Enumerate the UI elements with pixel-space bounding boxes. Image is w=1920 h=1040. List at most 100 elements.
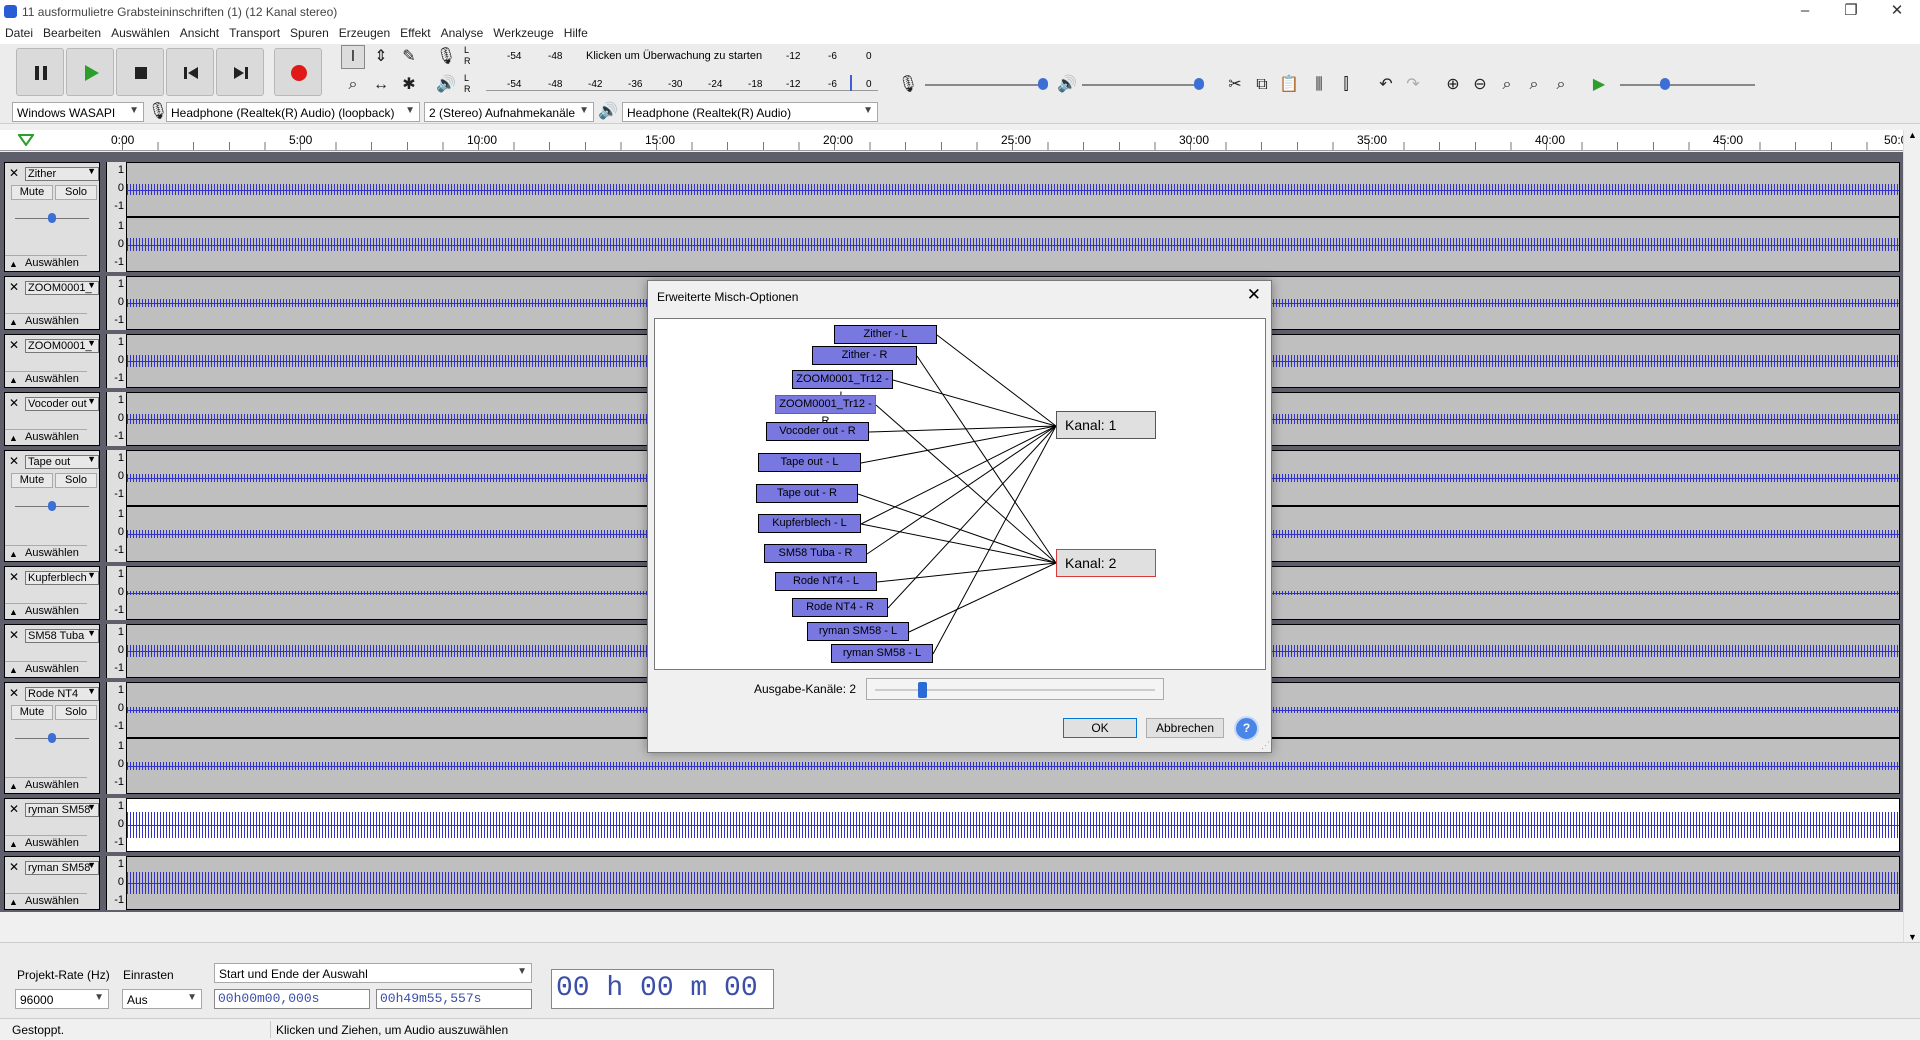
close-track-icon[interactable]: ✕ (9, 396, 19, 410)
chevron-down-icon[interactable]: ▼ (87, 802, 96, 812)
chevron-down-icon[interactable]: ▼ (87, 686, 96, 696)
chevron-down-icon[interactable]: ▼ (87, 570, 96, 580)
waveform-left[interactable] (126, 162, 1900, 217)
select-track-button[interactable]: ▲ Auswählen (5, 603, 87, 619)
selection-end-field[interactable]: 00h49m55,557s (376, 989, 532, 1009)
stop-button[interactable] (116, 48, 164, 96)
project-rate-select[interactable]: 96000 ▼ (15, 989, 109, 1009)
collapse-icon[interactable]: ▲ (9, 257, 18, 272)
close-track-icon[interactable]: ✕ (9, 628, 19, 642)
cut-icon[interactable]: ✂ (1223, 73, 1247, 97)
snap-select[interactable]: Aus ▼ (122, 989, 202, 1009)
ok-button[interactable]: OK (1063, 718, 1137, 738)
timeline-ruler[interactable]: 0:00 5:00 10:00 15:00 20:00 25:00 30:00 … (0, 130, 1920, 151)
track-ryman-sm58-b[interactable]: ✕ ryman SM58 ▼ ▲ Auswählen 1 0 -1 (4, 856, 1900, 910)
input-channel[interactable]: Tape out - R (756, 484, 858, 503)
chevron-down-icon[interactable]: ▼ (87, 628, 96, 638)
waveform-right[interactable] (126, 217, 1900, 272)
solo-button[interactable]: Solo (55, 705, 97, 720)
skip-start-button[interactable] (166, 48, 214, 96)
close-window-button[interactable]: ✕ (1874, 0, 1920, 24)
play-speed-slider[interactable] (1620, 84, 1755, 86)
mute-button[interactable]: Mute (11, 705, 53, 720)
play-speed-thumb[interactable] (1660, 78, 1670, 90)
play-button[interactable] (66, 48, 114, 96)
audio-host-select[interactable]: Windows WASAPI ▼ (12, 102, 144, 122)
mute-button[interactable]: Mute (11, 185, 53, 200)
input-channel[interactable]: Tape out - L (758, 453, 861, 472)
select-track-button[interactable]: ▲ Auswählen (5, 835, 87, 851)
track-zither[interactable]: ✕ Zither ▼ Mute Solo ▲ Auswählen 1 0 -1 1… (4, 162, 1900, 272)
collapse-icon[interactable]: ▲ (9, 895, 18, 910)
menu-tools[interactable]: Werkzeuge (488, 24, 558, 42)
selection-mode-select[interactable]: Start und Ende der Auswahl ▼ (214, 963, 532, 983)
chevron-down-icon[interactable]: ▼ (87, 396, 96, 406)
minimize-button[interactable]: – (1782, 0, 1828, 24)
audio-position-field[interactable]: 00 h 00 m 00 s (551, 969, 774, 1009)
speaker-icon[interactable]: 🔊 (434, 73, 458, 97)
input-channel[interactable]: ryman SM58 - L (831, 644, 933, 663)
gain-thumb[interactable] (48, 501, 56, 511)
input-channel[interactable]: SM58 Tuba - R (764, 544, 867, 563)
select-track-button[interactable]: ▲ Auswählen (5, 661, 87, 677)
scroll-up-icon[interactable]: ▲ (1908, 130, 1917, 140)
menu-analyze[interactable]: Analyse (436, 24, 489, 42)
input-channel-selected[interactable]: ZOOM0001_Tr12 - R (775, 395, 876, 427)
close-track-icon[interactable]: ✕ (9, 454, 19, 468)
vertical-scrollbar[interactable]: ▲ ▼ (1903, 130, 1920, 942)
collapse-icon[interactable]: ▲ (9, 837, 18, 852)
chevron-down-icon[interactable]: ▼ (87, 860, 96, 870)
pause-button[interactable] (16, 48, 64, 96)
chevron-down-icon[interactable]: ▼ (87, 166, 96, 176)
selection-start-field[interactable]: 00h00m00,000s (214, 989, 370, 1009)
output-channel-selected[interactable]: Kanal: 2 (1056, 549, 1156, 577)
record-meter[interactable]: L R -54 -48 Klicken um Überwachung zu st… (462, 45, 880, 67)
close-track-icon[interactable]: ✕ (9, 802, 19, 816)
menu-tracks[interactable]: Spuren (285, 24, 334, 42)
select-track-button[interactable]: ▲ Auswählen (5, 429, 87, 445)
select-track-button[interactable]: ▲ Auswählen (5, 371, 87, 387)
scroll-down-icon[interactable]: ▼ (1908, 932, 1917, 942)
mix-matrix[interactable]: Zither - L Zither - R ZOOM0001_Tr12 - L … (654, 318, 1266, 670)
fit-selection-icon[interactable]: ⌕ (1495, 73, 1519, 97)
gain-thumb[interactable] (48, 733, 56, 743)
resize-grip-icon[interactable]: ⋰ (1261, 740, 1270, 751)
input-channel[interactable]: ZOOM0001_Tr12 - L (792, 370, 893, 402)
selection-tool[interactable]: I (341, 45, 365, 69)
zoom-out-icon[interactable]: ⊖ (1468, 73, 1492, 97)
menu-transport[interactable]: Transport (224, 24, 285, 42)
multi-tool[interactable]: ✱ (397, 73, 421, 97)
input-channel[interactable]: Rode NT4 - L (775, 572, 877, 591)
cancel-button[interactable]: Abbrechen (1146, 718, 1224, 738)
silence-icon[interactable]: ⫿ (1334, 73, 1358, 97)
input-channel[interactable]: ryman SM58 - L (807, 622, 909, 641)
record-volume-slider[interactable] (925, 84, 1045, 86)
redo-icon[interactable]: ↷ (1401, 73, 1425, 97)
select-track-button[interactable]: ▲ Auswählen (5, 255, 87, 271)
select-track-button[interactable]: ▲ Auswählen (5, 545, 87, 561)
trim-icon[interactable]: ⫼ (1307, 73, 1331, 97)
zoom-toggle-icon[interactable]: ⌕ (1549, 73, 1573, 97)
close-dialog-icon[interactable]: ✕ (1247, 285, 1261, 305)
output-channel[interactable]: Kanal: 1 (1056, 411, 1156, 439)
undo-icon[interactable]: ↶ (1374, 73, 1398, 97)
close-track-icon[interactable]: ✕ (9, 570, 19, 584)
collapse-icon[interactable]: ▲ (9, 605, 18, 620)
zoom-tool[interactable]: ⌕ (341, 73, 365, 97)
microphone-icon[interactable]: 🎙 (434, 45, 458, 69)
envelope-tool[interactable]: ⇕ (369, 45, 393, 69)
chevron-down-icon[interactable]: ▼ (87, 338, 96, 348)
track-ryman-sm58-a[interactable]: ✕ ryman SM58 ▼ ▲ Auswählen 1 0 -1 (4, 798, 1900, 852)
collapse-icon[interactable]: ▲ (9, 431, 18, 446)
close-track-icon[interactable]: ✕ (9, 166, 19, 180)
solo-button[interactable]: Solo (55, 473, 97, 488)
input-channel[interactable]: Zither - R (812, 346, 917, 365)
collapse-icon[interactable]: ▲ (9, 547, 18, 562)
menu-edit[interactable]: Bearbeiten (38, 24, 106, 42)
select-track-button[interactable]: ▲ Auswählen (5, 313, 87, 329)
draw-tool[interactable]: ✎ (397, 45, 421, 69)
chevron-down-icon[interactable]: ▼ (87, 454, 96, 464)
timeshift-tool[interactable]: ↔ (369, 73, 393, 97)
playback-volume-thumb[interactable] (1194, 78, 1204, 90)
input-channel[interactable]: Kupferblech - L (758, 514, 861, 533)
